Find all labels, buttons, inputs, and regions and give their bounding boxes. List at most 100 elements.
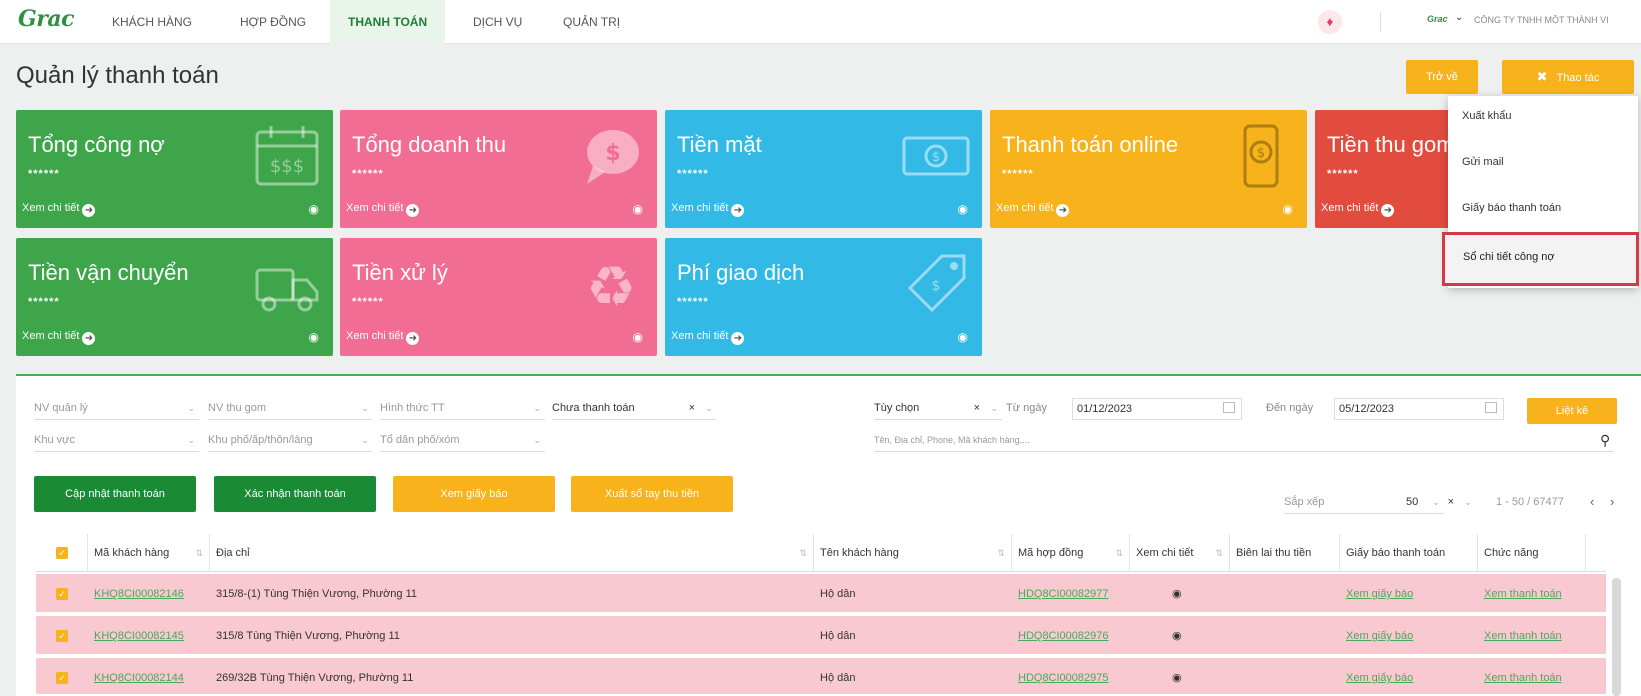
view-detail-label: Xem chi tiết [1321, 202, 1379, 214]
cell-ma-hop-dong[interactable]: HDQ8CI00082977 [1012, 574, 1109, 614]
hinh-thuc-select[interactable]: Hình thức TT ⌄ [380, 398, 545, 420]
eye-slash-icon[interactable]: ◉ [958, 330, 968, 344]
table-row[interactable]: ✓ KHQ8CI00082144 269/32B Tùng Thiện Vươn… [36, 658, 1606, 696]
eye-slash-icon[interactable]: ◉ [309, 202, 319, 216]
back-button[interactable]: Trở về [1406, 60, 1478, 94]
cell-ma-khach-hang[interactable]: KHQ8CI00082146 [88, 574, 184, 614]
nav-khach-hang[interactable]: KHÁCH HÀNG [112, 0, 192, 44]
table-header: ✓ Mã khách hàng ⇅ Địa chỉ ⇅ Tên khách hàng… [36, 534, 1606, 572]
select-all-cell: ✓ [36, 534, 88, 572]
header-ma-hop-dong[interactable]: Mã hợp đồng ⇅ [1012, 534, 1130, 572]
cell-dia-chi: 315/8-(1) Tùng Thiện Vương, Phường 11 [216, 588, 417, 600]
xuat-so-tay-button[interactable]: Xuất sổ tay thu tiền [571, 476, 733, 512]
company-logo[interactable]: Grac [1427, 14, 1448, 24]
menu-item-so-chi-tiet-label: Sổ chi tiết công nợ [1463, 251, 1555, 263]
view-detail-link[interactable]: Xem chi tiết ➜ [22, 330, 96, 345]
table-row[interactable]: ✓ KHQ8CI00082145 315/8 Tùng Thiện Vương,… [36, 616, 1606, 656]
eye-slash-icon[interactable]: ◉ [633, 330, 643, 344]
liet-ke-button[interactable]: Liệt kê [1527, 398, 1617, 424]
card-title: Tổng doanh thu [352, 132, 507, 157]
table-row[interactable]: ✓ KHQ8CI00082146 315/8-(1) Tùng Thiện Vư… [36, 574, 1606, 614]
cell-chuc-nang-link[interactable]: Xem thanh toán [1478, 658, 1562, 696]
khu-pho-select[interactable]: Khu phố/ấp/thôn/làng ⌄ [208, 430, 373, 452]
view-detail-link[interactable]: Xem chi tiết ➜ [671, 202, 745, 217]
header-xem-chi-tiet[interactable]: Xem chi tiết ⇅ [1130, 534, 1230, 572]
header-chuc-nang: Chức năng [1478, 534, 1586, 572]
xem-giay-bao-button[interactable]: Xem giấy báo [393, 476, 555, 512]
select-all-checkbox[interactable]: ✓ [56, 547, 68, 559]
nav-dich-vu[interactable]: DỊCH VỤ [473, 0, 522, 44]
cell-ma-hop-dong[interactable]: HDQ8CI00082975 [1012, 658, 1109, 696]
actions-button[interactable]: ✖ Thao tác [1502, 60, 1634, 94]
nav-thanh-toan[interactable]: THANH TOÁN [330, 0, 446, 44]
eye-slash-icon[interactable]: ◉ [1283, 202, 1293, 216]
row-checkbox[interactable]: ✓ [56, 630, 68, 642]
eye-slash-icon[interactable]: ◉ [633, 202, 643, 216]
view-detail-link[interactable]: Xem chi tiết ➜ [671, 330, 745, 345]
menu-item-gui-mail[interactable]: Gửi mail [1462, 156, 1504, 168]
header-ma-khach-hang[interactable]: Mã khách hàng ⇅ [88, 534, 210, 572]
nav-hop-dong[interactable]: HỢP ĐỒNG [240, 0, 306, 44]
search-icon[interactable]: ⚲ [1600, 432, 1610, 449]
prev-page-icon[interactable]: ‹ [1590, 494, 1594, 509]
cell-ma-khach-hang[interactable]: KHQ8CI00082144 [88, 658, 184, 696]
nv-quan-ly-select[interactable]: NV quản lý ⌄ [34, 398, 199, 420]
cell-chuc-nang-link[interactable]: Xem thanh toán [1478, 616, 1562, 656]
cap-nhat-thanh-toan-button[interactable]: Cập nhật thanh toán [34, 476, 196, 512]
search-input[interactable]: Tên, Địa chỉ, Phone, Mã khách hàng,... [874, 430, 1614, 452]
view-detail-link[interactable]: Xem chi tiết ➜ [1321, 202, 1395, 217]
khu-vuc-select[interactable]: Khu vực ⌄ [34, 430, 199, 452]
tuy-chon-select[interactable]: Tùy chọn × ⌄ [874, 398, 1002, 420]
chevron-down-icon[interactable]: ⌄ [1455, 12, 1463, 23]
clear-icon[interactable]: × [974, 398, 980, 418]
view-detail-link[interactable]: Xem chi tiết ➜ [346, 330, 420, 345]
company-name[interactable]: CÔNG TY TNHH MỘT THÀNH VI [1474, 15, 1641, 25]
app-logo[interactable]: Grac [18, 6, 75, 32]
card-value: ****** [1327, 168, 1359, 180]
cell-giay-bao-link[interactable]: Xem giấy báo [1340, 574, 1413, 614]
trang-thai-select[interactable]: Chưa thanh toán × ⌄ [552, 398, 717, 420]
chevron-down-icon: ⌄ [705, 403, 713, 413]
cell-giay-bao-link[interactable]: Xem giấy báo [1340, 658, 1413, 696]
eye-slash-icon[interactable]: ◉ [958, 202, 968, 216]
next-page-icon[interactable]: › [1610, 494, 1614, 509]
view-detail-link[interactable]: Xem chi tiết ➜ [22, 202, 96, 217]
menu-item-xuat-khau[interactable]: Xuất khẩu [1462, 110, 1512, 122]
calendar-icon[interactable] [1485, 402, 1497, 413]
nav-quan-tri[interactable]: QUẢN TRỊ [563, 0, 620, 44]
clear-icon[interactable]: × [689, 398, 695, 418]
eye-slash-icon[interactable]: ◉ [1166, 574, 1182, 614]
price-tag-icon: $ [907, 254, 966, 313]
arrow-right-icon: ➜ [82, 332, 96, 345]
xac-nhan-thanh-toan-button[interactable]: Xác nhận thanh toán [214, 476, 376, 512]
sort-icon: ⇅ [799, 548, 807, 558]
cell-giay-bao-link[interactable]: Xem giấy báo [1340, 616, 1413, 656]
calendar-icon[interactable] [1223, 402, 1235, 413]
view-detail-label: Xem chi tiết [22, 330, 80, 342]
clear-icon[interactable]: × [1448, 492, 1454, 512]
row-checkbox[interactable]: ✓ [56, 588, 68, 600]
menu-item-so-chi-tiet-cong-no[interactable]: Sổ chi tiết công nợ [1442, 232, 1639, 286]
bell-icon[interactable]: ♦ [1318, 10, 1342, 34]
sort-icon: ⇅ [195, 548, 203, 558]
nv-thu-gom-select[interactable]: NV thu gom ⌄ [208, 398, 373, 420]
page-size-select[interactable]: 50 × ⌄ [1406, 492, 1476, 514]
eye-slash-icon[interactable]: ◉ [1166, 616, 1182, 656]
nav-divider [1380, 12, 1381, 32]
view-detail-link[interactable]: Xem chi tiết ➜ [996, 202, 1070, 217]
cell-chuc-nang-link[interactable]: Xem thanh toán [1478, 574, 1562, 614]
eye-slash-icon[interactable]: ◉ [309, 330, 319, 344]
row-checkbox[interactable]: ✓ [56, 672, 68, 684]
den-ngay-input[interactable]: 05/12/2023 [1334, 398, 1504, 420]
pagination-range: 1 - 50 / 67477 [1496, 496, 1564, 508]
header-dia-chi[interactable]: Địa chỉ ⇅ [210, 534, 814, 572]
tu-ngay-input[interactable]: 01/12/2023 [1072, 398, 1242, 420]
eye-slash-icon[interactable]: ◉ [1166, 658, 1182, 696]
to-dan-pho-select[interactable]: Tổ dân phố/xóm ⌄ [380, 430, 545, 452]
table-scrollbar[interactable] [1612, 578, 1621, 696]
header-ten-khach-hang[interactable]: Tên khách hàng ⇅ [814, 534, 1012, 572]
menu-item-giay-bao[interactable]: Giấy báo thanh toán [1462, 202, 1561, 214]
view-detail-link[interactable]: Xem chi tiết ➜ [346, 202, 420, 217]
cell-ma-hop-dong[interactable]: HDQ8CI00082976 [1012, 616, 1109, 656]
cell-ma-khach-hang[interactable]: KHQ8CI00082145 [88, 616, 184, 656]
